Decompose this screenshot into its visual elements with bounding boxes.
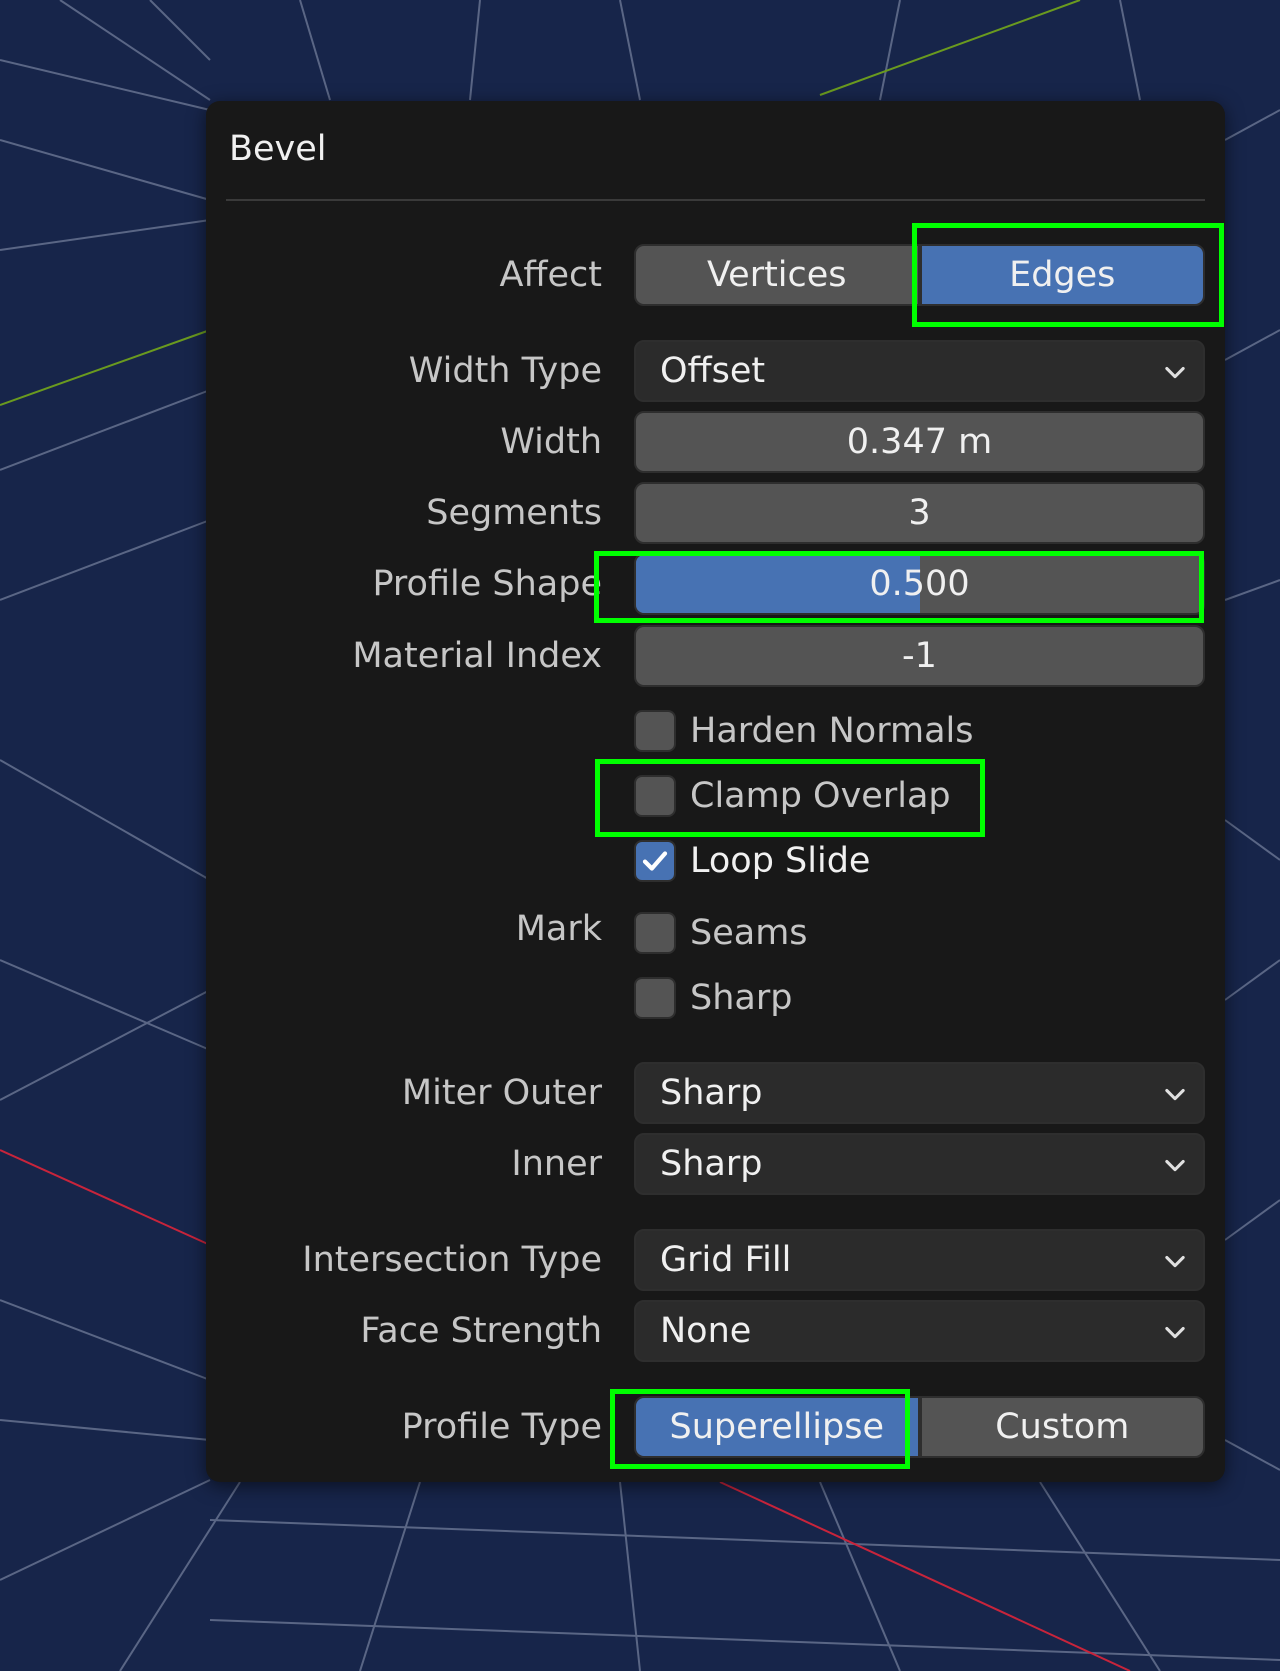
clamp-overlap-checkbox[interactable]: Clamp Overlap xyxy=(634,771,951,821)
intersection-type-label: Intersection Type xyxy=(302,1240,602,1280)
miter-outer-value: Sharp xyxy=(660,1073,763,1113)
width-type-dropdown[interactable]: Offset xyxy=(634,340,1205,402)
affect-toggle: Vertices Edges xyxy=(634,244,1205,306)
width-field[interactable]: 0.347 m xyxy=(634,411,1205,473)
clamp-overlap-box[interactable] xyxy=(634,775,676,817)
clamp-overlap-label: Clamp Overlap xyxy=(690,776,951,816)
material-index-value: -1 xyxy=(902,636,937,676)
material-index-label: Material Index xyxy=(352,636,602,676)
segments-value: 3 xyxy=(908,493,931,533)
chevron-down-icon xyxy=(1165,1159,1185,1172)
mark-label: Mark xyxy=(515,909,602,949)
affect-label: Affect xyxy=(499,255,602,295)
chevron-down-icon xyxy=(1165,1088,1185,1101)
width-type-value: Offset xyxy=(660,351,766,391)
profile-type-label: Profile Type xyxy=(401,1407,602,1447)
profile-custom-button[interactable]: Custom xyxy=(919,1396,1205,1458)
material-index-field[interactable]: -1 xyxy=(634,625,1205,687)
profile-shape-value: 0.500 xyxy=(869,564,970,604)
width-value: 0.347 m xyxy=(846,422,993,462)
loop-slide-checkbox[interactable]: Loop Slide xyxy=(634,836,870,886)
mark-sharp-checkbox[interactable]: Sharp xyxy=(634,973,792,1023)
mark-sharp-box[interactable] xyxy=(634,977,676,1019)
mark-seams-box[interactable] xyxy=(634,912,676,954)
width-type-label: Width Type xyxy=(408,351,602,391)
profile-type-toggle: Superellipse Custom xyxy=(634,1396,1205,1458)
checkmark-icon xyxy=(642,851,668,871)
mark-sharp-label: Sharp xyxy=(690,978,793,1018)
mark-seams-checkbox[interactable]: Seams xyxy=(634,908,808,958)
miter-outer-label: Miter Outer xyxy=(401,1073,602,1113)
intersection-type-value: Grid Fill xyxy=(660,1240,792,1280)
face-strength-dropdown[interactable]: None xyxy=(634,1300,1205,1362)
miter-inner-label: Inner xyxy=(511,1144,602,1184)
loop-slide-box[interactable] xyxy=(634,840,676,882)
chevron-down-icon xyxy=(1165,1326,1185,1339)
profile-shape-label: Profile Shape xyxy=(372,564,602,604)
face-strength-label: Face Strength xyxy=(360,1311,602,1351)
width-label: Width xyxy=(500,422,602,462)
miter-inner-value: Sharp xyxy=(660,1144,763,1184)
intersection-type-dropdown[interactable]: Grid Fill xyxy=(634,1229,1205,1291)
chevron-down-icon xyxy=(1165,366,1185,379)
affect-vertices-button[interactable]: Vertices xyxy=(634,244,920,306)
segments-label: Segments xyxy=(426,493,602,533)
profile-superellipse-button[interactable]: Superellipse xyxy=(634,1396,920,1458)
harden-normals-box[interactable] xyxy=(634,710,676,752)
face-strength-value: None xyxy=(660,1311,752,1351)
loop-slide-label: Loop Slide xyxy=(690,841,871,881)
affect-edges-button[interactable]: Edges xyxy=(919,244,1205,306)
bevel-panel: Bevel Affect Vertices Edges Width Type O… xyxy=(206,101,1225,1482)
mark-seams-label: Seams xyxy=(690,913,808,953)
segments-field[interactable]: 3 xyxy=(634,482,1205,544)
harden-normals-label: Harden Normals xyxy=(690,711,974,751)
title-divider xyxy=(226,199,1205,201)
miter-inner-dropdown[interactable]: Sharp xyxy=(634,1133,1205,1195)
harden-normals-checkbox[interactable]: Harden Normals xyxy=(634,706,973,756)
chevron-down-icon xyxy=(1165,1255,1185,1268)
miter-outer-dropdown[interactable]: Sharp xyxy=(634,1062,1205,1124)
profile-shape-slider[interactable]: 0.500 xyxy=(634,553,1205,615)
panel-title: Bevel xyxy=(229,129,327,169)
